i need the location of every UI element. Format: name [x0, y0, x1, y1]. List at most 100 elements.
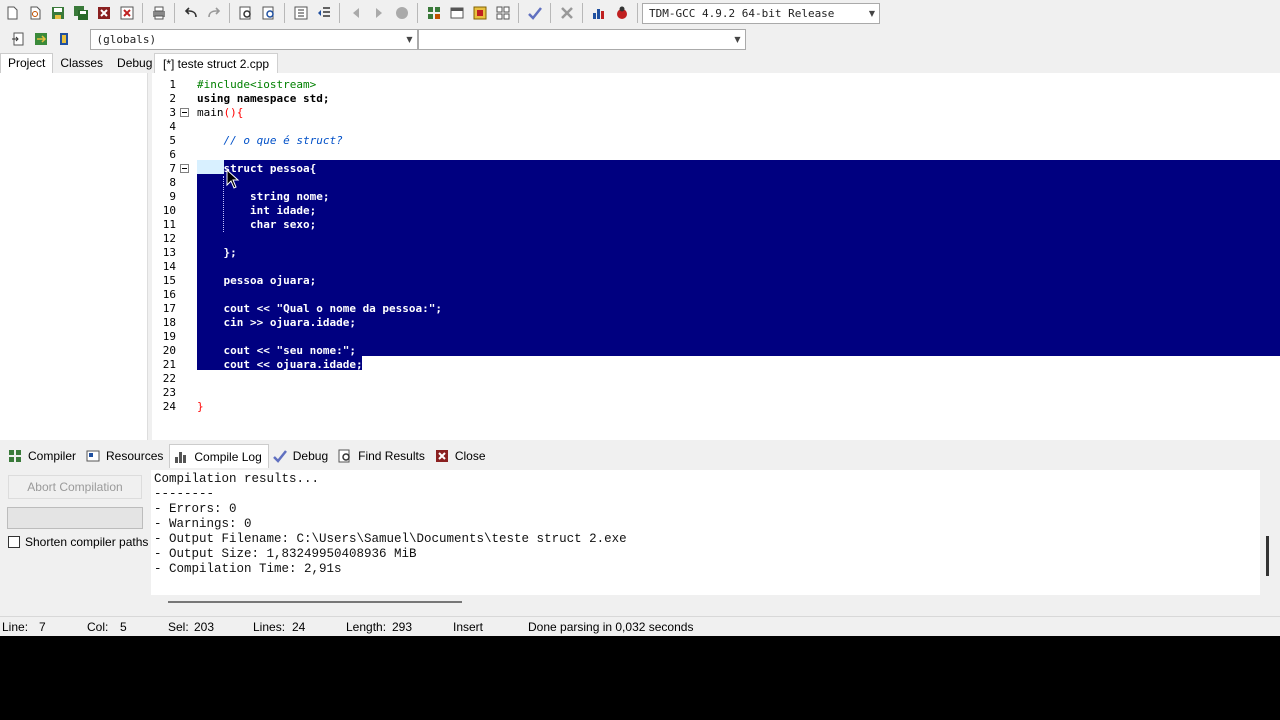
chevron-down-icon: ▼	[868, 8, 875, 18]
compiler-select[interactable]: TDM-GCC 4.9.2 64-bit Release ▼	[642, 2, 880, 24]
window-icon[interactable]	[447, 3, 467, 23]
line-number: 18	[162, 316, 176, 329]
line-number: 22	[162, 372, 176, 385]
compile-check-icon[interactable]	[525, 3, 545, 23]
code-line: char sexo;	[197, 218, 317, 231]
toggle-bookmark-icon[interactable]	[31, 29, 51, 49]
print-icon[interactable]	[149, 3, 169, 23]
code-line: }	[197, 400, 204, 413]
toolbar-separator	[550, 3, 551, 23]
code-line: using namespace std;	[197, 92, 330, 105]
code-line: cout << "seu nome:";	[197, 344, 356, 357]
toolbar-separator	[637, 3, 638, 23]
tab-compiler[interactable]: Compiler	[4, 444, 82, 468]
compile-log-output[interactable]: Compilation results... -------- - Errors: …	[151, 470, 1260, 595]
forward-icon[interactable]	[369, 3, 389, 23]
code-line: cin >> ojuara.idade;	[197, 316, 356, 329]
log-vertical-scrollbar[interactable]	[1260, 470, 1280, 595]
undo-icon[interactable]	[181, 3, 201, 23]
fold-toggle-icon[interactable]	[180, 108, 189, 117]
redo-icon[interactable]	[204, 3, 224, 23]
goto-icon[interactable]	[392, 3, 412, 23]
log-line: - Compilation Time: 2,91s	[154, 562, 342, 576]
status-line-value: 7	[39, 620, 46, 634]
new-file-icon[interactable]	[2, 3, 22, 23]
unindent-icon[interactable]	[314, 3, 334, 23]
line-number-gutter: 1 2 3 4 5 6 7 8 9 10 11 12 13 14 15 16 17 18 19 20 21 22 23 24	[152, 73, 180, 440]
checkbox-box[interactable]	[8, 536, 20, 548]
code-line: cout << ojuara.idade;	[197, 358, 363, 371]
log-line: Compilation results...	[154, 472, 320, 486]
tab-find-results[interactable]: Find Results	[334, 444, 431, 468]
compiler-select-value: TDM-GCC 4.9.2 64-bit Release	[649, 6, 835, 20]
status-sel-label: Sel:	[168, 620, 189, 634]
tab-resources[interactable]: Resources	[82, 444, 169, 468]
fold-toggle-icon[interactable]	[180, 164, 189, 173]
tab-close-label: Close	[454, 449, 486, 463]
resources-icon	[86, 450, 100, 462]
tab-compile-log[interactable]: Compile Log	[169, 444, 269, 468]
scroll-thumb[interactable]	[1266, 536, 1269, 576]
project-panel-tabs: Project Classes Debug	[0, 53, 152, 73]
line-number: 16	[162, 288, 176, 301]
devcpp-window: TDM-GCC 4.9.2 64-bit Release ▼ (globals)…	[0, 0, 1280, 636]
close-icon	[435, 450, 448, 462]
save-all-icon[interactable]	[71, 3, 91, 23]
stop-execution-icon[interactable]	[557, 3, 577, 23]
chart-icon	[175, 451, 187, 463]
close-file-icon[interactable]	[94, 3, 114, 23]
globals-select[interactable]: (globals) ▼	[89, 28, 418, 50]
line-number: 23	[162, 386, 176, 399]
line-number: 21	[162, 358, 176, 371]
profile-chart-icon[interactable]	[589, 3, 609, 23]
tab-close[interactable]: Close	[431, 444, 492, 468]
tab-debug-output[interactable]: Debug	[269, 444, 334, 468]
editor-tab-file[interactable]: [*] teste struct 2.cpp	[154, 53, 279, 73]
line-number: 3	[169, 106, 176, 119]
line-number: 24	[162, 400, 176, 413]
debug-bug-icon[interactable]	[612, 3, 632, 23]
selection-highlight	[197, 160, 1280, 356]
tab-classes[interactable]: Classes	[53, 54, 110, 73]
members-select[interactable]: ▼	[417, 28, 746, 50]
line-number: 15	[162, 274, 176, 287]
find-icon[interactable]	[236, 3, 256, 23]
project-options-icon[interactable]	[470, 3, 490, 23]
new-project-icon[interactable]	[424, 3, 444, 23]
toolbar-separator	[142, 3, 143, 23]
indent-icon[interactable]	[291, 3, 311, 23]
class-browser-icon[interactable]	[493, 3, 513, 23]
abort-compilation-button[interactable]: Abort Compilation	[8, 475, 142, 499]
code-area[interactable]: #include<iostream> using namespace std; ma…	[197, 73, 1280, 440]
close-all-icon[interactable]	[117, 3, 137, 23]
status-insert-mode: Insert	[453, 620, 484, 634]
code-line: string nome;	[197, 190, 330, 203]
shorten-paths-label: Shorten compiler paths	[25, 535, 149, 549]
project-tree[interactable]	[0, 73, 148, 440]
insert-icon[interactable]	[8, 29, 28, 49]
status-length-value: 293	[392, 620, 413, 634]
tab-compile-log-label: Compile Log	[194, 449, 262, 464]
shorten-paths-checkbox[interactable]: Shorten compiler paths	[8, 535, 148, 549]
code-line: pessoa ojuara;	[197, 274, 317, 287]
line-number: 9	[169, 190, 176, 203]
log-line: - Output Size: 1,83249950408936 MiB	[154, 547, 417, 561]
chevron-down-icon: ▼	[406, 34, 413, 44]
line-number: 2	[169, 92, 176, 105]
bottom-panel-tabs: Compiler Resources Compile Log Debug Fin…	[0, 442, 1280, 470]
back-icon[interactable]	[346, 3, 366, 23]
code-line: #include<iostream>	[197, 78, 317, 91]
status-sel-value: 203	[194, 620, 215, 634]
line-number: 1	[169, 78, 176, 91]
code-line: struct pessoa{	[197, 162, 317, 175]
goto-bookmark-icon[interactable]	[54, 29, 74, 49]
scroll-thumb[interactable]	[168, 601, 462, 603]
log-horizontal-scrollbar[interactable]	[151, 595, 1260, 609]
replace-icon[interactable]	[259, 3, 279, 23]
open-file-icon[interactable]	[25, 3, 45, 23]
line-number: 5	[169, 134, 176, 147]
toolbar-separator	[518, 3, 519, 23]
save-icon[interactable]	[48, 3, 68, 23]
code-editor[interactable]: 1 2 3 4 5 6 7 8 9 10 11 12 13 14 15 16 17 18 19 20 21 22 23 24 …	[152, 73, 1280, 440]
tab-project[interactable]: Project	[0, 53, 54, 73]
